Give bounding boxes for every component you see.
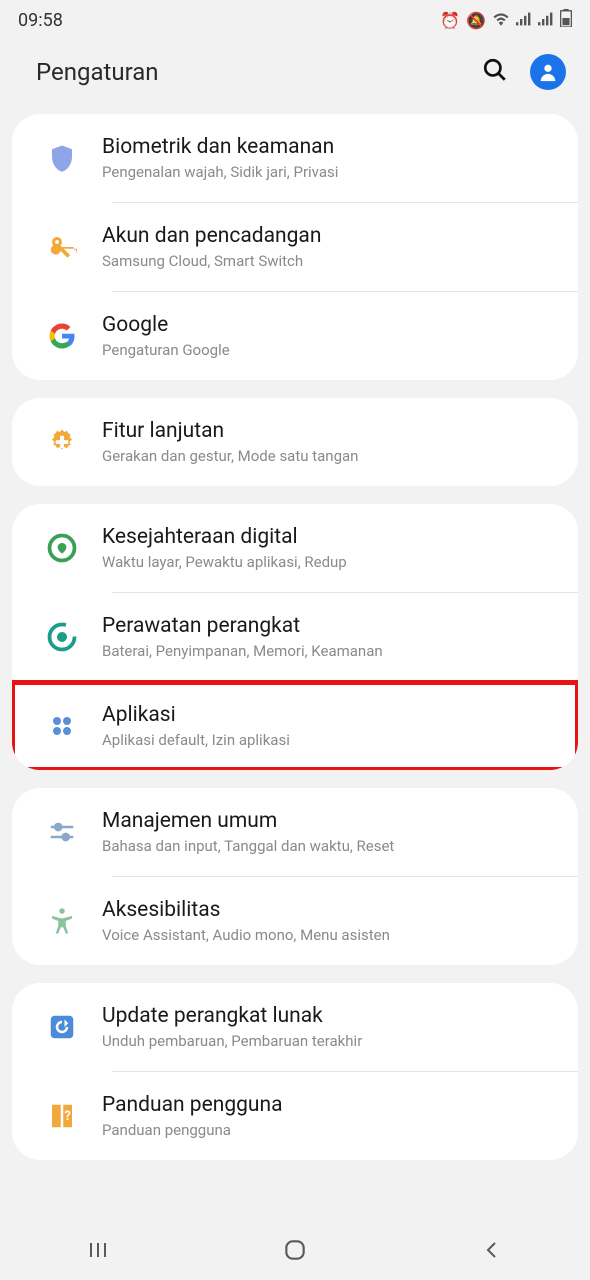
update-icon xyxy=(22,1012,102,1042)
item-subtitle: Unduh pembaruan, Pembaruan terakhir xyxy=(102,1032,560,1050)
status-icons: ⏰ 🔕 xyxy=(440,9,572,31)
shield-icon xyxy=(22,143,102,173)
item-accounts[interactable]: Akun dan pencadangan Samsung Cloud, Smar… xyxy=(12,203,578,291)
item-devicecare[interactable]: Perawatan perangkat Baterai, Penyimpanan… xyxy=(12,593,578,681)
mute-icon: 🔕 xyxy=(466,11,486,30)
item-advanced[interactable]: Fitur lanjutan Gerakan dan gestur, Mode … xyxy=(12,398,578,486)
nav-home[interactable] xyxy=(245,1237,345,1263)
signal-icon xyxy=(516,11,532,30)
page-title: Pengaturan xyxy=(36,58,159,86)
guide-icon: ? xyxy=(22,1101,102,1131)
settings-group: Kesejahteraan digital Waktu layar, Pewak… xyxy=(12,504,578,770)
item-update[interactable]: Update perangkat lunak Unduh pembaruan, … xyxy=(12,983,578,1071)
settings-group: Biometrik dan keamanan Pengenalan wajah,… xyxy=(12,114,578,380)
item-title: Aksesibilitas xyxy=(102,898,560,922)
nav-back[interactable] xyxy=(442,1238,542,1262)
google-icon xyxy=(22,321,102,351)
item-title: Akun dan pencadangan xyxy=(102,224,560,248)
item-subtitle: Aplikasi default, Izin aplikasi xyxy=(102,731,560,749)
key-icon xyxy=(22,232,102,262)
nav-recent[interactable] xyxy=(48,1238,148,1262)
item-biometrics[interactable]: Biometrik dan keamanan Pengenalan wajah,… xyxy=(12,114,578,202)
item-subtitle: Samsung Cloud, Smart Switch xyxy=(102,252,560,270)
settings-list: Biometrik dan keamanan Pengenalan wajah,… xyxy=(0,114,590,1160)
devicecare-icon xyxy=(22,622,102,652)
item-title: Google xyxy=(102,313,560,337)
status-bar: 09:58 ⏰ 🔕 xyxy=(0,0,590,40)
alarm-icon: ⏰ xyxy=(440,11,460,30)
header: Pengaturan xyxy=(0,40,590,114)
sliders-icon xyxy=(22,817,102,847)
item-title: Manajemen umum xyxy=(102,809,560,833)
item-title: Kesejahteraan digital xyxy=(102,525,560,549)
nav-bar xyxy=(0,1220,590,1280)
item-apps[interactable]: Aplikasi Aplikasi default, Izin aplikasi xyxy=(12,682,578,770)
item-subtitle: Gerakan dan gestur, Mode satu tangan xyxy=(102,447,560,465)
item-subtitle: Voice Assistant, Audio mono, Menu asiste… xyxy=(102,926,560,944)
item-general[interactable]: Manajemen umum Bahasa dan input, Tanggal… xyxy=(12,788,578,876)
item-google[interactable]: Google Pengaturan Google xyxy=(12,292,578,380)
item-title: Update perangkat lunak xyxy=(102,1004,560,1028)
item-title: Aplikasi xyxy=(102,703,560,727)
apps-icon xyxy=(22,711,102,741)
plus-gear-icon xyxy=(22,427,102,457)
item-title: Fitur lanjutan xyxy=(102,419,560,443)
item-accessibility[interactable]: Aksesibilitas Voice Assistant, Audio mon… xyxy=(12,877,578,965)
search-button[interactable] xyxy=(482,57,508,87)
signal2-icon xyxy=(538,11,554,30)
settings-group: Update perangkat lunak Unduh pembaruan, … xyxy=(12,983,578,1160)
settings-group: Manajemen umum Bahasa dan input, Tanggal… xyxy=(12,788,578,965)
item-title: Perawatan perangkat xyxy=(102,614,560,638)
item-title: Panduan pengguna xyxy=(102,1093,560,1117)
svg-text:?: ? xyxy=(65,1109,71,1124)
settings-group: Fitur lanjutan Gerakan dan gestur, Mode … xyxy=(12,398,578,486)
item-subtitle: Panduan pengguna xyxy=(102,1121,560,1139)
wifi-icon xyxy=(492,11,510,30)
profile-button[interactable] xyxy=(530,54,566,90)
item-title: Biometrik dan keamanan xyxy=(102,135,560,159)
status-time: 09:58 xyxy=(18,10,63,31)
item-guide[interactable]: ? Panduan pengguna Panduan pengguna xyxy=(12,1072,578,1160)
battery-icon xyxy=(560,9,572,31)
wellbeing-icon xyxy=(22,533,102,563)
item-subtitle: Bahasa dan input, Tanggal dan waktu, Res… xyxy=(102,837,560,855)
accessibility-icon xyxy=(22,906,102,936)
item-wellbeing[interactable]: Kesejahteraan digital Waktu layar, Pewak… xyxy=(12,504,578,592)
item-subtitle: Waktu layar, Pewaktu aplikasi, Redup xyxy=(102,553,560,571)
item-subtitle: Baterai, Penyimpanan, Memori, Keamanan xyxy=(102,642,560,660)
item-subtitle: Pengaturan Google xyxy=(102,341,560,359)
item-subtitle: Pengenalan wajah, Sidik jari, Privasi xyxy=(102,163,560,181)
